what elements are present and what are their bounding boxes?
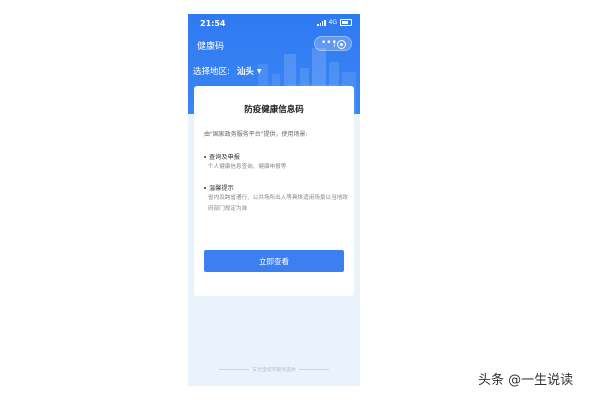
section-text-query: 个人健康信息查询、健康申报等 — [208, 164, 287, 170]
close-circle-icon[interactable] — [337, 40, 346, 49]
footer-divider-right — [298, 369, 329, 370]
status-icons: 4G — [317, 19, 352, 26]
section-title-query: 查询及申报 — [204, 152, 240, 161]
view-now-button[interactable]: 立即查看 — [204, 250, 344, 272]
footer: 支付宝城市服务提供 — [188, 366, 360, 373]
caret-down-icon[interactable]: ▼ — [257, 68, 262, 75]
card-intro: 由"国家政务服务平台"提供，使用场景: — [204, 131, 308, 138]
signal-icon — [317, 19, 326, 26]
phone-screen: 21:54 4G 健康码 ••• 选择地区: 汕头 ▼ 防疫健康信息码 由"国家… — [188, 14, 360, 386]
card-title: 防疫健康信息码 — [244, 105, 304, 115]
title-bar: 健康码 ••• — [188, 34, 360, 54]
mini-program-capsule: ••• — [314, 36, 352, 51]
page-title: 健康码 — [197, 42, 225, 52]
section-text-notice: 省内及跨省通行、公共场所出入等具体适用场景以当地政府部门规定为准 — [208, 195, 348, 212]
region-selector[interactable]: 选择地区: 汕头 ▼ — [193, 65, 262, 77]
battery-icon — [340, 19, 352, 26]
network-type: 4G — [328, 19, 337, 26]
region-label: 选择地区: — [193, 67, 230, 77]
footer-divider-left — [219, 369, 250, 370]
capsule-divider — [334, 40, 335, 47]
status-bar: 21:54 4G — [188, 14, 360, 32]
status-time: 21:54 — [200, 19, 226, 28]
section-title-notice: 温馨提示 — [204, 183, 234, 192]
info-card: 防疫健康信息码 由"国家政务服务平台"提供，使用场景: 查询及申报 个人健康信息… — [194, 86, 354, 296]
watermark: 头条 @一生说读 — [478, 373, 574, 388]
region-value[interactable]: 汕头 — [237, 65, 254, 77]
footer-text: 支付宝城市服务提供 — [252, 368, 296, 373]
